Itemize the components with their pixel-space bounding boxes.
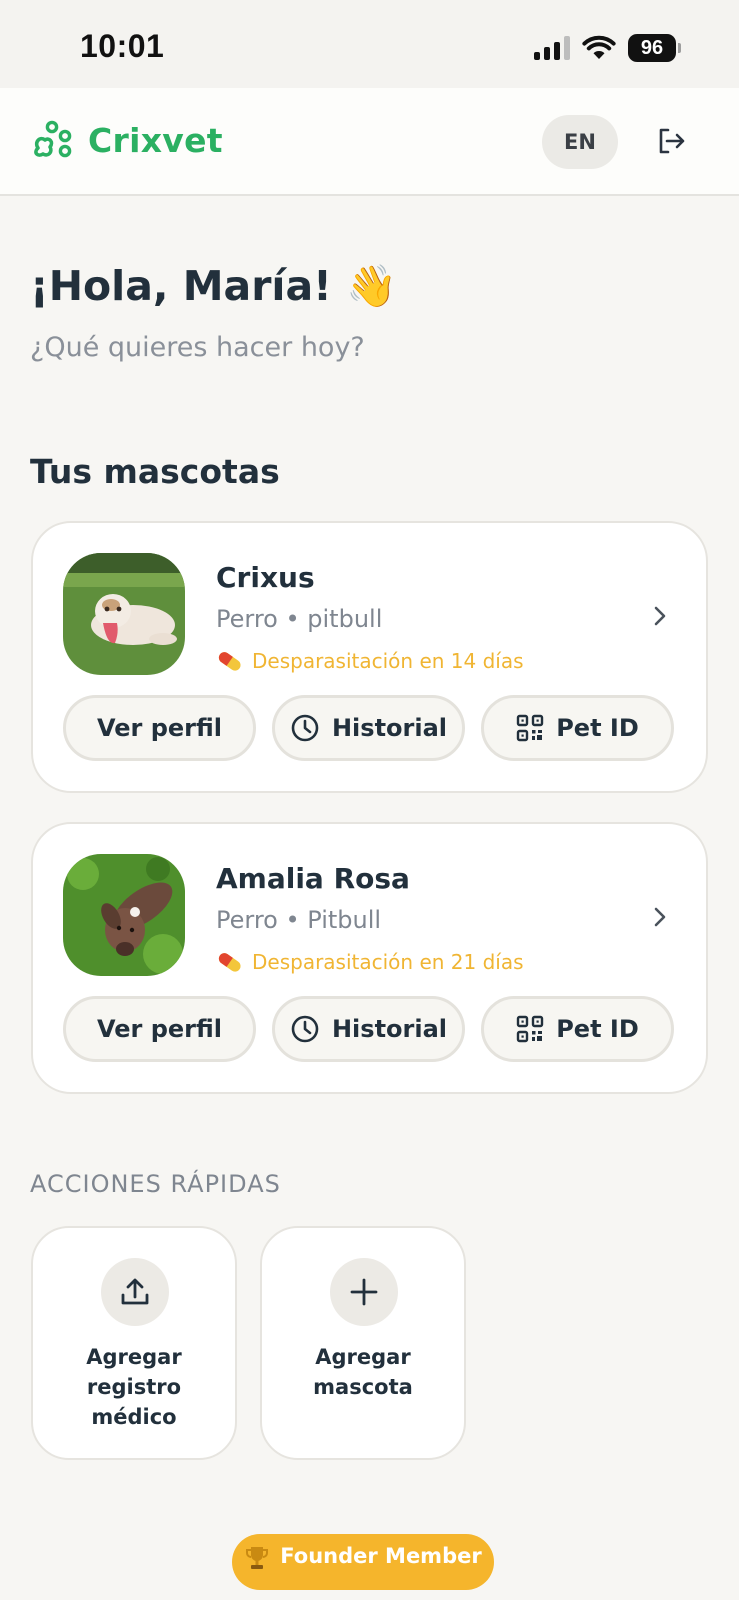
pet-id-button[interactable]: Pet ID (481, 695, 674, 761)
plus-icon (330, 1258, 398, 1326)
view-profile-label: Ver perfil (96, 714, 223, 742)
pill-icon (218, 652, 241, 671)
add-pet-button[interactable]: Agregar mascota (260, 1226, 466, 1460)
view-profile-button[interactable]: Ver perfil (63, 695, 256, 761)
wifi-icon (582, 35, 616, 59)
upload-icon (101, 1258, 169, 1326)
quick-action-label: Agregar registro médico (86, 1345, 182, 1429)
clock-icon (291, 714, 319, 742)
language-toggle-button[interactable]: EN (542, 115, 618, 169)
history-label: Historial (331, 1015, 448, 1043)
pet-name: Amalia Rosa (216, 862, 410, 895)
history-button[interactable]: Historial (272, 695, 465, 761)
pet-photo (63, 553, 185, 675)
pet-card-actions: Ver perfil Historial Pet ID (63, 996, 674, 1062)
reminder-text: Desparasitación en 21 días (252, 950, 524, 974)
battery-icon: 96 (628, 34, 681, 62)
reminder-text: Desparasitación en 14 días (252, 649, 524, 673)
pet-name: Crixus (216, 561, 315, 594)
view-profile-button[interactable]: Ver perfil (63, 996, 256, 1062)
pet-id-label: Pet ID (556, 714, 639, 742)
clock-icon (291, 1015, 319, 1043)
founder-member-label: Founder Member (280, 1544, 482, 1568)
cellular-signal-icon (534, 36, 570, 60)
app-header: Crixvet EN (0, 88, 739, 196)
pill-icon (218, 953, 241, 972)
greeting-title: ¡Hola, María! 👋 (30, 262, 398, 310)
history-label: Historial (331, 714, 448, 742)
deworming-reminder: Desparasitación en 14 días (216, 647, 524, 675)
quick-actions-title: ACCIONES RÁPIDAS (30, 1170, 281, 1198)
status-time: 10:01 (80, 28, 165, 64)
battery-level: 96 (628, 34, 676, 62)
logout-button[interactable] (650, 120, 692, 162)
pet-id-label: Pet ID (556, 1015, 639, 1043)
pet-id-button[interactable]: Pet ID (481, 996, 674, 1062)
pet-species-breed: Perro • pitbull (216, 605, 383, 633)
view-profile-label: Ver perfil (96, 1015, 223, 1043)
chevron-right-icon[interactable] (652, 603, 668, 629)
greeting-subtitle: ¿Qué quieres hacer hoy? (30, 332, 365, 363)
pet-card[interactable]: Amalia Rosa Perro • Pitbull Desparasitac… (31, 822, 708, 1094)
founder-member-badge: Founder Member (232, 1534, 494, 1590)
quick-action-label: Agregar mascota (313, 1345, 413, 1399)
trophy-icon (246, 1547, 269, 1569)
history-button[interactable]: Historial (272, 996, 465, 1062)
pet-species-breed: Perro • Pitbull (216, 906, 382, 934)
logout-icon (659, 128, 685, 154)
pet-card-actions: Ver perfil Historial Pet ID (63, 695, 674, 761)
add-medical-record-button[interactable]: Agregar registro médico (31, 1226, 237, 1460)
pets-section-title: Tus mascotas (30, 452, 280, 491)
brand[interactable]: Crixvet (30, 118, 223, 162)
paw-logo-icon (34, 120, 72, 158)
pet-photo (63, 854, 185, 976)
qr-code-icon (517, 1015, 544, 1043)
status-bar: 10:01 96 (0, 0, 739, 88)
pet-card[interactable]: Crixus Perro • pitbull Desparasitación e… (31, 521, 708, 793)
status-icons: 96 (534, 34, 681, 62)
qr-code-icon (517, 714, 544, 742)
deworming-reminder: Desparasitación en 21 días (216, 948, 524, 976)
brand-name: Crixvet (88, 120, 223, 160)
chevron-right-icon[interactable] (652, 904, 668, 930)
